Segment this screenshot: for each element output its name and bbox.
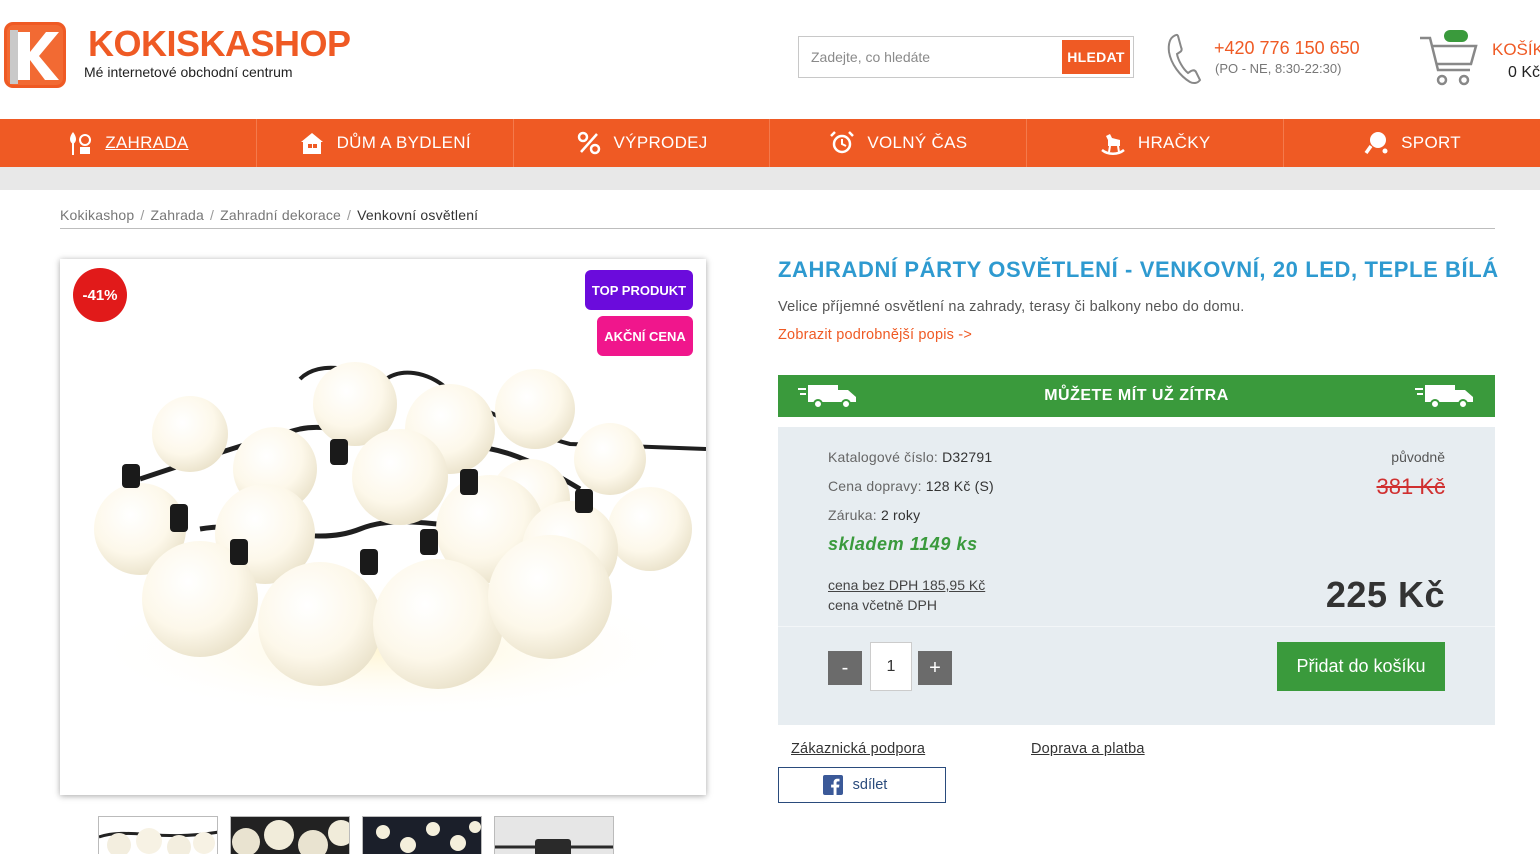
delivery-truck-icon — [798, 382, 858, 410]
delivery-truck-icon — [1415, 382, 1475, 410]
thumbnail-1[interactable] — [98, 816, 218, 854]
warranty-value: 2 roky — [880, 507, 921, 523]
product-image[interactable]: -41% TOP PRODUKT AKČNÍ CENA — [60, 259, 706, 795]
catalog-number-label: Katalogové číslo: — [828, 449, 939, 465]
main-nav: ZAHRADA DŮM A BYDLENÍ VÝPRODEJ VOLNÝ ČAS… — [0, 119, 1540, 167]
nav-item-sport[interactable]: SPORT — [1284, 119, 1540, 167]
shipping-payment-link[interactable]: Doprava a platba — [1031, 741, 1145, 757]
search-box: HLEDAT — [798, 36, 1134, 78]
add-to-cart-button[interactable]: Přidat do košíku — [1277, 642, 1445, 691]
share-label: sdílet — [852, 777, 888, 793]
nav-label: DŮM A BYDLENÍ — [336, 133, 471, 152]
search-input[interactable] — [799, 37, 1061, 77]
warranty-label: Záruka: — [828, 507, 877, 523]
breadcrumb-item-home[interactable]: Kokikashop — [60, 207, 134, 223]
quantity-increase-button[interactable]: + — [918, 651, 952, 685]
customer-support-link[interactable]: Zákaznická podpora — [791, 741, 925, 757]
rocking-horse-icon — [1100, 130, 1126, 156]
alarm-clock-icon — [829, 130, 855, 156]
nav-label: SPORT — [1401, 133, 1461, 152]
purchase-box: Katalogové číslo: D32791 Cena dopravy: 1… — [778, 427, 1495, 725]
phone-number[interactable]: +420 776 150 650 — [1214, 38, 1360, 59]
phone-icon — [1166, 30, 1204, 86]
thumbnail-4[interactable] — [494, 816, 614, 854]
price-with-vat-label: cena včetně DPH — [828, 597, 937, 613]
top-product-tag: TOP PRODUKT — [585, 270, 693, 310]
breadcrumb: Kokikashop / Zahrada / Zahradní dekorace / Ven… — [60, 207, 1495, 229]
sub-band — [0, 167, 1540, 190]
nav-item-volny-cas[interactable]: VOLNÝ ČAS — [770, 119, 1028, 167]
cart-label[interactable]: KOŠÍK — [1492, 40, 1540, 60]
house-icon — [299, 130, 325, 156]
shipping-cost-label: Cena dopravy: — [828, 478, 922, 494]
stock-status: skladem 1149 ks — [828, 534, 978, 554]
percent-icon — [576, 130, 602, 156]
nav-item-zahrada[interactable]: ZAHRADA — [0, 119, 257, 167]
breadcrumb-item-zahrada[interactable]: Zahrada — [150, 207, 204, 223]
quantity-input[interactable] — [870, 642, 912, 691]
cart-total: 0 Kč — [1508, 64, 1540, 81]
nav-item-dum-a-bydleni[interactable]: DŮM A BYDLENÍ — [257, 119, 514, 167]
breadcrumb-separator: / — [347, 207, 352, 223]
divider — [778, 626, 1495, 627]
shipping-cost-value: 128 Kč (S) — [925, 478, 994, 494]
site-header: KOKISKASHOP Mé internetové obchodní cent… — [0, 0, 1540, 119]
phone-hours: (PO - NE, 8:30-22:30) — [1215, 61, 1342, 76]
current-price: 225 Kč — [1325, 574, 1445, 615]
logo-tagline: Mé internetové obchodní centrum — [84, 64, 293, 80]
thumbnail-3[interactable] — [362, 816, 482, 854]
thumbnail-strip — [98, 816, 618, 854]
delivery-banner-text: MŮŽETE MÍT UŽ ZÍTRA — [1044, 387, 1229, 404]
cart-icon[interactable] — [1418, 28, 1480, 88]
thumbnail-2[interactable] — [230, 816, 350, 854]
nav-item-vyprodej[interactable]: VÝPRODEJ — [514, 119, 771, 167]
facebook-icon — [822, 775, 843, 795]
shipping-cost: Cena dopravy: 128 Kč (S) — [828, 478, 994, 494]
garden-icon — [67, 130, 93, 156]
show-more-description-link[interactable]: Zobrazit podrobnější popis -> — [778, 327, 972, 343]
warranty: Záruka: 2 roky — [828, 507, 920, 523]
quantity-decrease-button[interactable]: - — [828, 651, 862, 685]
search-button[interactable]: HLEDAT — [1062, 40, 1130, 74]
product-title: ZAHRADNÍ PÁRTY OSVĚTLENÍ - VENKOVNÍ, 20 … — [778, 257, 1499, 282]
sale-price-tag: AKČNÍ CENA — [597, 316, 693, 356]
original-price: 381 Kč — [1376, 474, 1446, 499]
breadcrumb-separator: / — [140, 207, 145, 223]
catalog-number: Katalogové číslo: D32791 — [828, 449, 992, 465]
nav-item-hracky[interactable]: HRAČKY — [1027, 119, 1285, 167]
logo-name[interactable]: KOKISKASHOP — [88, 24, 351, 64]
delivery-banner: MŮŽETE MÍT UŽ ZÍTRA — [778, 375, 1495, 417]
nav-label: HRAČKY — [1137, 133, 1211, 152]
nav-label: ZAHRADA — [105, 133, 189, 152]
ping-pong-icon — [1363, 130, 1389, 156]
discount-badge: -41% — [73, 268, 127, 322]
nav-label: VOLNÝ ČAS — [867, 133, 968, 152]
original-price-label: původně — [1391, 449, 1445, 465]
price-without-vat[interactable]: cena bez DPH 185,95 Kč — [828, 577, 985, 593]
logo-icon[interactable] — [4, 22, 66, 88]
facebook-share-button[interactable]: sdílet — [778, 767, 946, 803]
catalog-number-value: D32791 — [942, 449, 993, 465]
nav-label: VÝPRODEJ — [613, 133, 708, 152]
breadcrumb-item-zahradni-dekorace[interactable]: Zahradní dekorace — [220, 207, 341, 223]
product-short-description: Velice příjemné osvětlení na zahrady, te… — [778, 299, 1245, 315]
breadcrumb-current: Venkovní osvětlení — [357, 207, 479, 223]
breadcrumb-separator: / — [210, 207, 215, 223]
